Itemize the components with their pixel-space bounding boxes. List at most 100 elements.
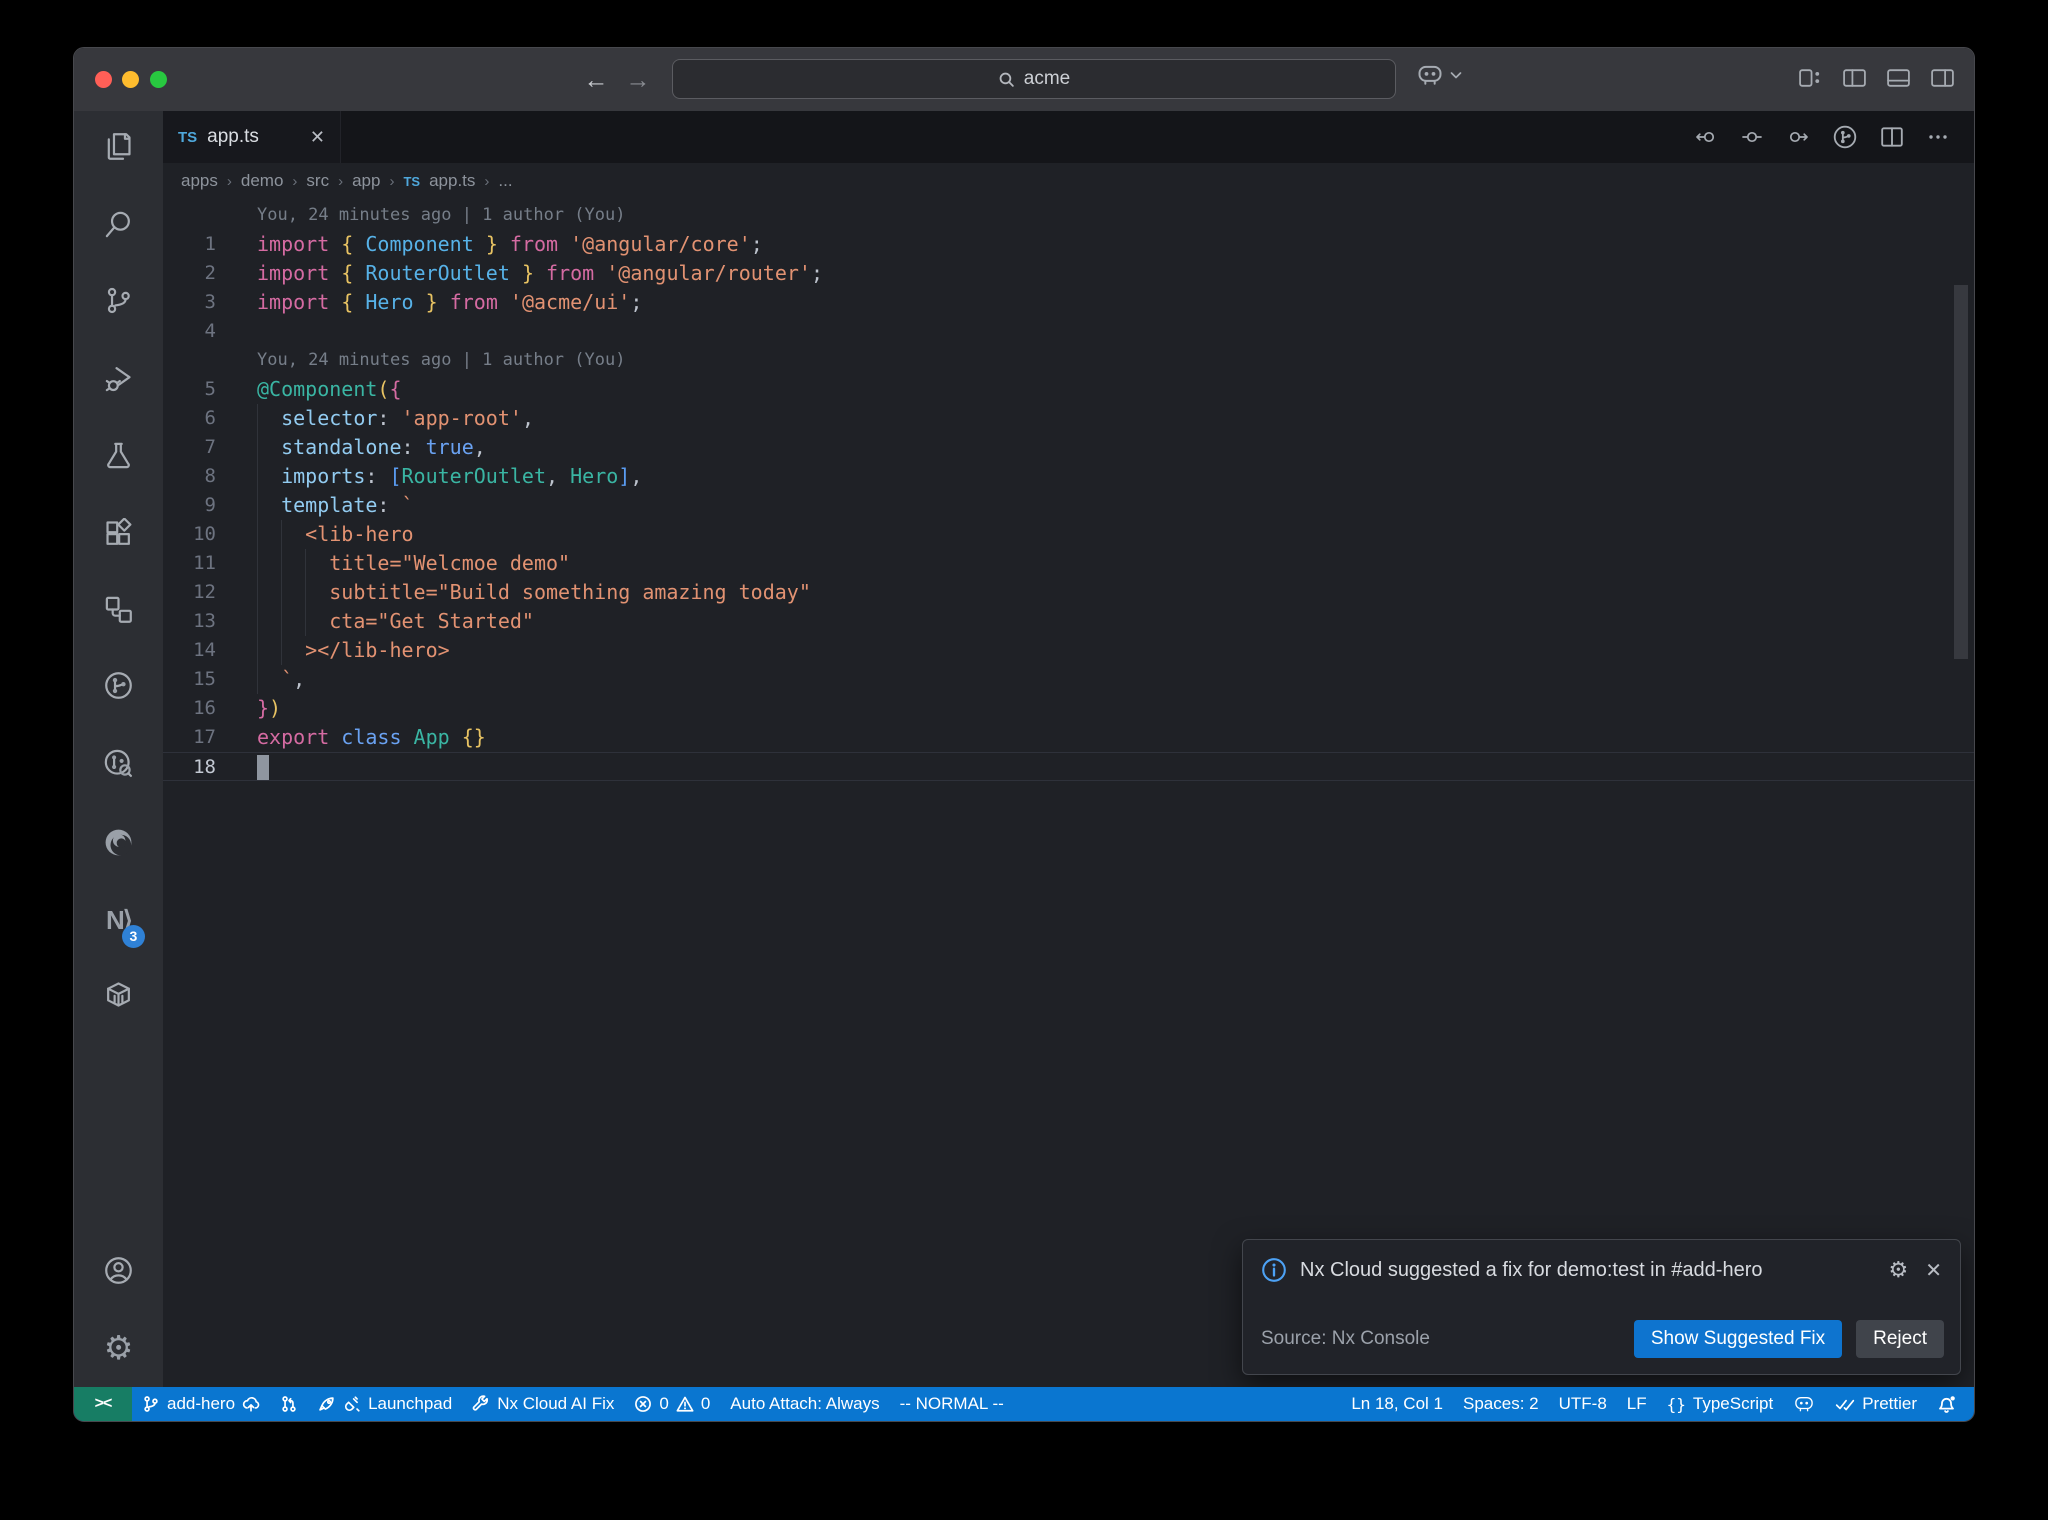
close-window-button[interactable]: [95, 71, 112, 88]
problems-indicator[interactable]: 0 0: [624, 1387, 720, 1421]
search-icon: [999, 72, 1014, 87]
breadcrumb-item[interactable]: ...: [498, 171, 512, 191]
sidebar-item-project-structure[interactable]: [74, 590, 163, 628]
breadcrumb-item[interactable]: app: [352, 171, 380, 191]
previous-change-icon[interactable]: [1694, 127, 1718, 147]
navigate-forward-button[interactable]: →: [620, 62, 656, 98]
sidebar-item-accounts[interactable]: [74, 1251, 163, 1289]
commit-icon[interactable]: [1740, 127, 1764, 147]
circled-branch-icon: [105, 671, 132, 699]
vim-mode-indicator[interactable]: -- NORMAL --: [890, 1387, 1014, 1421]
sidebar-item-extensions[interactable]: [74, 514, 163, 552]
warning-icon: [676, 1396, 694, 1412]
info-icon: [1262, 1258, 1286, 1282]
sidebar-item-edge-browser[interactable]: [74, 823, 163, 861]
remote-indicator[interactable]: ><: [74, 1387, 132, 1421]
code-text: title="Welcmoe demo": [257, 551, 571, 575]
code-text: subtitle="Build something amazing today": [257, 580, 811, 604]
cursor-position-indicator[interactable]: Ln 18, Col 1: [1341, 1387, 1453, 1421]
account-icon: [105, 1256, 132, 1284]
container-icon: [107, 981, 130, 1007]
tab-app-ts[interactable]: TS app.ts ✕: [163, 111, 341, 163]
notification-dot: [1950, 1395, 1955, 1400]
editor-cursor: [257, 755, 269, 780]
language-label: TypeScript: [1692, 1394, 1774, 1413]
double-check-icon: [1836, 1399, 1855, 1411]
code-line: 1 import { Component } from '@angular/cor…: [163, 230, 1974, 259]
breadcrumb-item[interactable]: demo: [241, 171, 284, 191]
sidebar-item-testing[interactable]: [74, 436, 163, 474]
notifications-bell-button[interactable]: [1927, 1387, 1966, 1421]
minimize-window-button[interactable]: [122, 71, 139, 88]
search-icon: [105, 211, 130, 237]
code-line: 16}): [163, 694, 1974, 723]
sidebar-item-source-control[interactable]: [74, 281, 163, 319]
nx-icon: N⟩ 3: [106, 905, 145, 948]
indentation-indicator[interactable]: Spaces: 2: [1453, 1387, 1549, 1421]
show-suggested-fix-button[interactable]: Show Suggested Fix: [1633, 1320, 1843, 1358]
more-actions-icon[interactable]: [1926, 127, 1950, 147]
extensions-icon: [106, 517, 132, 545]
search-value: acme: [1023, 68, 1071, 89]
breadcrumb-item[interactable]: app.ts: [429, 171, 475, 191]
panel-left-icon[interactable]: [1842, 67, 1867, 89]
zoom-window-button[interactable]: [150, 71, 167, 88]
sidebar-item-commit-search[interactable]: [74, 744, 163, 782]
customize-layout-icon[interactable]: [1798, 67, 1823, 89]
prettier-indicator[interactable]: Prettier: [1825, 1387, 1927, 1421]
rocket-icon: [319, 1397, 334, 1411]
split-editor-icon[interactable]: [1880, 126, 1904, 148]
hierarchy-icon: [105, 596, 132, 623]
copilot-status-button[interactable]: [1783, 1387, 1825, 1421]
next-change-icon[interactable]: [1786, 127, 1810, 147]
code-text: import { Component } from '@angular/core…: [257, 232, 763, 256]
gear-icon[interactable]: ⚙: [1889, 1258, 1909, 1283]
cloud-upload-icon: [242, 1397, 260, 1412]
eol-indicator[interactable]: LF: [1617, 1387, 1657, 1421]
close-tab-icon[interactable]: ✕: [310, 127, 325, 148]
sidebar-item-containers[interactable]: [74, 975, 163, 1013]
sidebar-item-explorer[interactable]: [74, 127, 163, 165]
compare-changes-button[interactable]: [270, 1387, 308, 1421]
sidebar-item-run-debug[interactable]: [74, 359, 163, 397]
line-number: 11: [193, 552, 216, 574]
auto-attach-indicator[interactable]: Auto Attach: Always: [720, 1387, 889, 1421]
launchpad-button[interactable]: Launchpad: [308, 1387, 462, 1421]
code-text: import { Hero } from '@acme/ui';: [257, 290, 643, 314]
reject-button[interactable]: Reject: [1856, 1320, 1944, 1358]
sidebar-item-search[interactable]: [74, 205, 163, 243]
blame-annotation: You, 24 minutes ago | 1 author (You): [163, 346, 1974, 375]
branch-indicator[interactable]: add-hero: [132, 1387, 270, 1421]
activity-bar: N⟩ 3 ⚙: [74, 111, 163, 1387]
files-icon: [107, 132, 131, 160]
sidebar-item-nx-console[interactable]: N⟩ 3: [74, 901, 163, 948]
code-line: 8 imports: [RouterOutlet, Hero],: [163, 462, 1974, 491]
notification-source: Source: Nx Console: [1261, 1328, 1430, 1349]
breadcrumb-item[interactable]: src: [306, 171, 329, 191]
scrollbar-thumb[interactable]: [1954, 285, 1968, 659]
nx-badge: 3: [121, 924, 145, 948]
language-indicator[interactable]: {} TypeScript: [1657, 1387, 1784, 1421]
code-editor[interactable]: You, 24 minutes ago | 1 author (You) 1 imp…: [163, 199, 1974, 1387]
titlebar: ← → acme: [74, 48, 1974, 111]
notification-footer: Source: Nx Console Show Suggested Fix Re…: [1261, 1320, 1944, 1358]
breadcrumb-item[interactable]: apps: [181, 171, 218, 191]
nx-cloud-ai-fix-button[interactable]: Nx Cloud AI Fix: [462, 1387, 624, 1421]
typescript-file-icon: TS: [403, 173, 421, 189]
command-center-search[interactable]: acme: [672, 59, 1396, 99]
copilot-menu-button[interactable]: [1416, 63, 1462, 87]
source-control-graph-icon[interactable]: [1832, 124, 1858, 150]
panel-bottom-icon[interactable]: [1886, 67, 1911, 89]
editor-lines: You, 24 minutes ago | 1 author (You) 1 imp…: [163, 199, 1974, 781]
encoding-indicator[interactable]: UTF-8: [1549, 1387, 1617, 1421]
copilot-icon: [1418, 65, 1442, 85]
line-number: 5: [204, 378, 216, 400]
code-text: template: `: [257, 493, 414, 517]
panel-right-icon[interactable]: [1930, 67, 1955, 89]
navigate-back-button[interactable]: ←: [578, 62, 614, 98]
branch-icon: [144, 1396, 158, 1412]
sidebar-item-source-control-graph[interactable]: [74, 666, 163, 704]
sidebar-item-settings[interactable]: ⚙: [74, 1328, 163, 1366]
code-line: 7 standalone: true,: [163, 433, 1974, 462]
close-icon[interactable]: ✕: [1925, 1258, 1942, 1283]
